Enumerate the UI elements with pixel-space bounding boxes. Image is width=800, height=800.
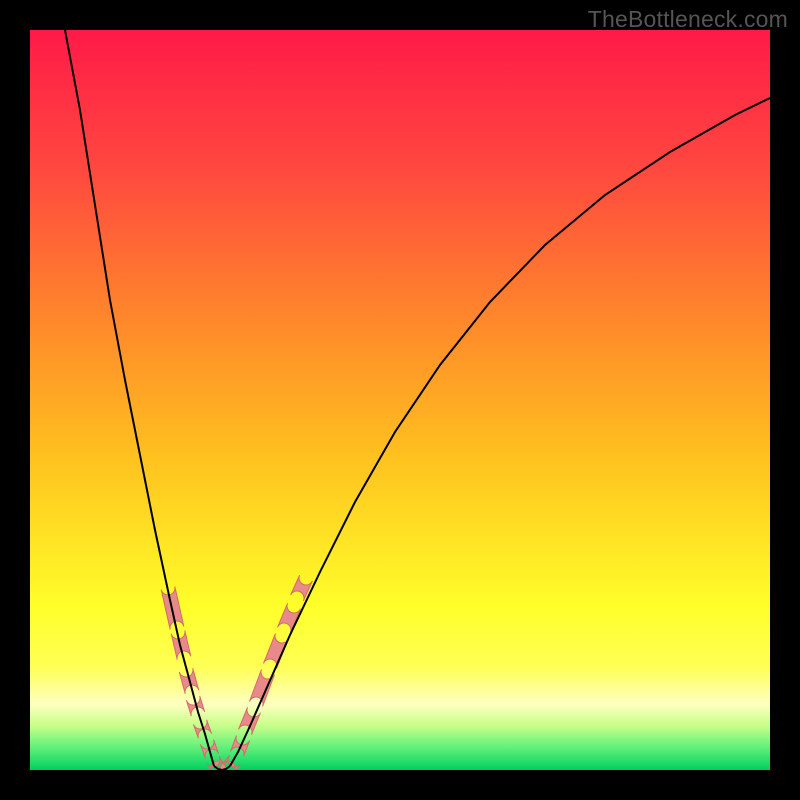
watermark-text: TheBottleneck.com: [588, 6, 788, 33]
highlight-segment: [264, 633, 289, 668]
curve-layer: [30, 30, 770, 770]
curve-left-branch: [65, 30, 214, 766]
curve-right-branch: [230, 98, 770, 766]
plot-area: [30, 30, 770, 770]
chart-frame: TheBottleneck.com: [0, 0, 800, 800]
